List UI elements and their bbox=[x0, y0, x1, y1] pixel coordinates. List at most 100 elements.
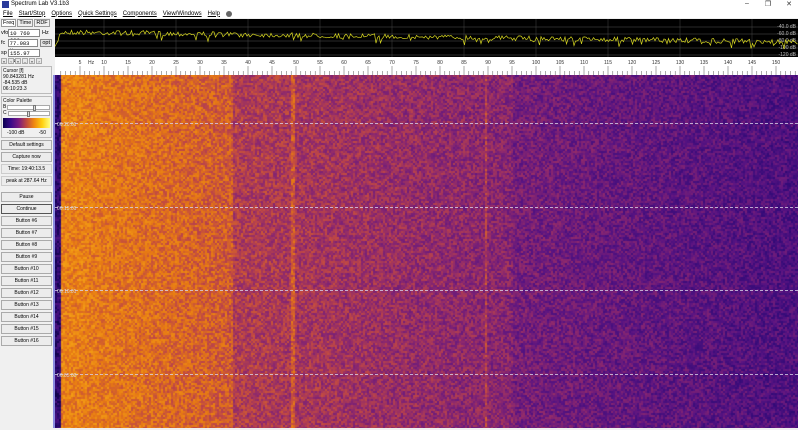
panel-button-4: peak at 287.64 Hz bbox=[1, 176, 52, 186]
axis-tick-label: 35 bbox=[221, 60, 227, 66]
timestamp-label: 06:15:01 bbox=[57, 206, 77, 212]
tab-rdf[interactable]: RDF bbox=[34, 19, 50, 27]
axis-tick-label: 55 bbox=[317, 60, 323, 66]
axis-tick-label: 10 bbox=[101, 60, 107, 66]
timestamp-label: 06:10:01 bbox=[57, 289, 77, 295]
menu-help[interactable]: Help bbox=[208, 11, 220, 17]
axis-tick-label: 135 bbox=[700, 60, 709, 66]
restore-button[interactable]: ❐ bbox=[761, 0, 775, 8]
axis-tick-label: 80 bbox=[437, 60, 443, 66]
axis-tick-label: 115 bbox=[604, 60, 612, 66]
axis-tick-label: 50 bbox=[293, 60, 299, 66]
panel-button-15[interactable]: Button #14 bbox=[1, 312, 52, 322]
cursor-info: Cursor [f] 90.843281 Hz -84.535 dB 06:10… bbox=[1, 66, 52, 94]
axis-tick-label: 110 bbox=[580, 60, 588, 66]
title-bar: Spectrum Lab V3.1b3 – ❐ ✕ bbox=[0, 0, 798, 9]
db-label: -40.0 dB bbox=[777, 24, 797, 30]
slider-thumb[interactable] bbox=[26, 110, 30, 117]
nav-button[interactable]: ‒ bbox=[22, 58, 28, 64]
panel-button-11[interactable]: Button #10 bbox=[1, 264, 52, 274]
fc-label: fc bbox=[1, 39, 6, 46]
contrast-slider[interactable] bbox=[7, 110, 50, 117]
sp-label: sp bbox=[1, 49, 7, 56]
axis-tick-label: 20 bbox=[149, 60, 155, 66]
menu-components[interactable]: Components bbox=[123, 11, 157, 17]
panel-button-8[interactable]: Button #7 bbox=[1, 228, 52, 238]
db-label: -60.0 dB bbox=[777, 31, 797, 37]
db-label: -100 dB bbox=[778, 45, 796, 51]
axis-tick-label: 145 bbox=[748, 60, 757, 66]
axis-tick-label: 15 bbox=[125, 60, 131, 66]
axis-tick-label: 70 bbox=[389, 60, 395, 66]
panel-button-16[interactable]: Button #15 bbox=[1, 324, 52, 334]
cursor-time: 06:10:23.3 bbox=[3, 86, 27, 92]
nav-button[interactable]: » bbox=[29, 58, 35, 64]
minimize-button[interactable]: – bbox=[740, 0, 754, 7]
axis-tick-label: 95 bbox=[509, 60, 515, 66]
menu-options[interactable]: Options bbox=[51, 11, 72, 17]
axis-tick-label: 75 bbox=[413, 60, 419, 66]
app-icon bbox=[2, 1, 9, 8]
axis-tick-label: 105 bbox=[556, 60, 565, 66]
span-input[interactable]: 155.97 Hz bbox=[8, 48, 40, 64]
axis-tick-label: 30 bbox=[197, 60, 203, 66]
nav-button[interactable]: ‹ bbox=[8, 58, 14, 64]
panel-button-1[interactable]: Default settings bbox=[1, 140, 52, 150]
panel-button-7[interactable]: Button #6 bbox=[1, 216, 52, 226]
frequency-axis: 5 10 15 20 25 30 35 40 45 50 55 60 65 70 75 80 85 90 95 100… bbox=[55, 57, 798, 75]
waterfall-display[interactable]: 06:20:01 06:15:01 06:10:01 06:05:00 bbox=[55, 75, 798, 428]
menu-bar: File Start/Stop Options Quick Settings C… bbox=[0, 9, 798, 18]
axis-tick-label: 5 bbox=[79, 60, 82, 66]
fc-input[interactable]: 77.983 Hz bbox=[7, 38, 39, 54]
panel-button-13[interactable]: Button #12 bbox=[1, 288, 52, 298]
panel-button-14[interactable]: Button #13 bbox=[1, 300, 52, 310]
menu-quick-settings[interactable]: Quick Settings bbox=[78, 11, 117, 17]
axis-tick-label: 150 bbox=[772, 60, 781, 66]
tab-freq[interactable]: Freq bbox=[1, 19, 17, 27]
axis-tick-label: 25 bbox=[173, 60, 179, 66]
spectrum-graph[interactable]: -40.0 dB -60.0 dB -80.0 dB -100 dB -120 dB bbox=[54, 19, 798, 58]
menu-file[interactable]: File bbox=[3, 11, 13, 17]
nav-button[interactable]: « bbox=[1, 58, 7, 64]
palette-min: -100 dB bbox=[7, 130, 25, 136]
axis-tick-label: 40 bbox=[245, 60, 251, 66]
panel-button-12[interactable]: Button #11 bbox=[1, 276, 52, 286]
axis-unit: Hz bbox=[88, 60, 95, 66]
contrast-label: C bbox=[3, 110, 7, 116]
palette-max: -50 bbox=[38, 130, 46, 136]
axis-tick-label: 60 bbox=[341, 60, 347, 66]
timestamp-label: 06:20:01 bbox=[57, 122, 77, 128]
vfo-input[interactable]: 10 760 000 bbox=[8, 28, 40, 44]
panel-button-2[interactable]: Capture now bbox=[1, 152, 52, 162]
spectrum-trace bbox=[54, 29, 798, 50]
axis-tick-label: 65 bbox=[365, 60, 371, 66]
axis-tick-label: 140 bbox=[724, 60, 733, 66]
axis-tick-label: 100 bbox=[532, 60, 541, 66]
panel-button-17[interactable]: Button #16 bbox=[1, 336, 52, 346]
color-palette-bar bbox=[3, 118, 50, 128]
time-marker-line bbox=[55, 374, 798, 375]
nav-button[interactable]: « bbox=[15, 58, 21, 64]
status-dot-icon bbox=[226, 10, 233, 17]
menu-view-windows[interactable]: View/Windows bbox=[163, 11, 202, 17]
panel-button-3: Time: 19:40:13.5 bbox=[1, 164, 52, 174]
brightness-slider[interactable] bbox=[7, 104, 50, 111]
panel-button-9[interactable]: Button #8 bbox=[1, 240, 52, 250]
timestamp-label: 06:05:00 bbox=[57, 373, 77, 379]
nav-button[interactable]: › bbox=[36, 58, 42, 64]
axis-tick-label: 90 bbox=[485, 60, 491, 66]
panel-button-5[interactable]: Pause bbox=[1, 192, 52, 202]
panel-button-10[interactable]: Button #9 bbox=[1, 252, 52, 262]
tab-time[interactable]: Time bbox=[17, 19, 34, 27]
control-panel: Freq Time RDF vfo10 760 000Hz fc77.983 H… bbox=[0, 18, 53, 428]
color-palette-box: Color Palette B C -100 dB -50 bbox=[1, 96, 52, 138]
axis-tick-label: 45 bbox=[269, 60, 275, 66]
panel-button-6[interactable]: Continue bbox=[1, 204, 52, 214]
close-button[interactable]: ✕ bbox=[782, 0, 796, 8]
time-marker-line bbox=[55, 290, 798, 291]
menu-start-stop[interactable]: Start/Stop bbox=[19, 11, 46, 17]
axis-tick-label: 125 bbox=[652, 60, 661, 66]
opt-button[interactable]: opt bbox=[40, 38, 52, 47]
vfo-label: vfo bbox=[1, 29, 9, 36]
vfo-unit: Hz bbox=[42, 29, 49, 36]
